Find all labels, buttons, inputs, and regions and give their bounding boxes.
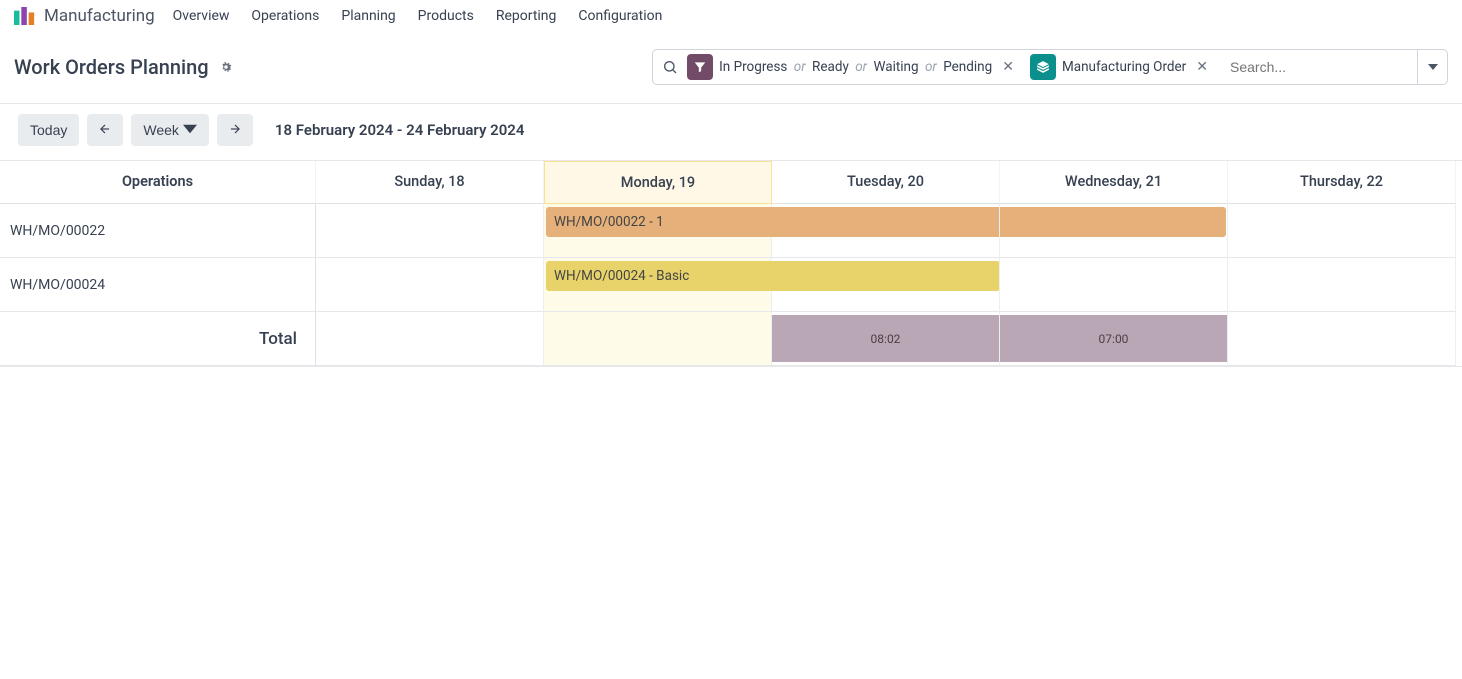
date-range: 18 February 2024 - 24 February 2024: [275, 121, 525, 139]
gantt-col-tue: Tuesday, 20: [772, 161, 1000, 204]
nav-configuration[interactable]: Configuration: [578, 8, 662, 24]
app-name[interactable]: Manufacturing: [44, 6, 155, 26]
row-label-2[interactable]: WH/MO/00024: [0, 258, 316, 312]
scale-label: Week: [143, 122, 179, 138]
row-label-1[interactable]: WH/MO/00022: [0, 204, 316, 258]
gantt-header-operations: Operations: [0, 161, 316, 204]
gantt-toolbar: Today Week 18 February 2024 - 24 Februar…: [0, 104, 1462, 160]
search-input[interactable]: [1224, 59, 1417, 75]
cell-r2-tue[interactable]: [772, 258, 1000, 312]
gantt: Operations Sunday, 18 Monday, 19 Tuesday…: [0, 160, 1462, 367]
nav-links: Overview Operations Planning Products Re…: [173, 8, 663, 24]
prev-button[interactable]: [87, 114, 123, 146]
total-label: Total: [0, 312, 316, 366]
cell-r2-thu[interactable]: [1228, 258, 1456, 312]
nav-operations[interactable]: Operations: [251, 8, 319, 24]
search-bar: In Progress or Ready or Waiting or Pendi…: [652, 49, 1448, 85]
groupby-chip: Manufacturing Order ✕: [1030, 54, 1216, 80]
total-bar-wed[interactable]: 07:00: [1000, 315, 1227, 362]
filter-part-3: Pending: [943, 59, 992, 75]
cell-r1-thu[interactable]: [1228, 204, 1456, 258]
search-icon[interactable]: [653, 59, 687, 75]
app-logo-icon: [14, 7, 36, 25]
filter-chip-remove-icon[interactable]: ✕: [998, 59, 1018, 75]
chevron-down-icon: [183, 122, 197, 139]
brand: Manufacturing: [14, 6, 155, 26]
filter-part-2: Waiting: [873, 59, 918, 75]
cell-r1-tue[interactable]: [772, 204, 1000, 258]
filter-or-0: or: [794, 59, 806, 75]
page-title-wrap: Work Orders Planning: [14, 55, 233, 79]
cell-total-mon: [544, 312, 772, 366]
nav-overview[interactable]: Overview: [173, 8, 230, 24]
groupby-chip-remove-icon[interactable]: ✕: [1192, 59, 1212, 75]
nav-products[interactable]: Products: [418, 8, 474, 24]
gear-icon[interactable]: [219, 60, 233, 74]
layers-icon[interactable]: [1030, 54, 1056, 80]
cell-r2-sun[interactable]: [316, 258, 544, 312]
filter-or-1: or: [855, 59, 867, 75]
cell-r1-sun[interactable]: [316, 204, 544, 258]
filter-part-1: Ready: [812, 59, 849, 75]
filter-chip-text: In Progress or Ready or Waiting or Pendi…: [719, 59, 992, 75]
search-options-toggle[interactable]: [1417, 49, 1447, 85]
filter-or-2: or: [925, 59, 937, 75]
today-button[interactable]: Today: [18, 114, 79, 146]
cell-total-thu: [1228, 312, 1456, 366]
top-nav: Manufacturing Overview Operations Planni…: [0, 0, 1462, 33]
next-button[interactable]: [217, 114, 253, 146]
gantt-col-mon: Monday, 19: [544, 161, 772, 204]
gantt-row-2: WH/MO/00024 WH/MO/00024 - Basic: [0, 258, 1462, 312]
scale-button[interactable]: Week: [131, 114, 209, 146]
gantt-row-total: Total 08:02 07:00: [0, 312, 1462, 366]
subbar: Work Orders Planning In Progress or Read…: [0, 33, 1462, 104]
cell-total-tue: 08:02: [772, 312, 1000, 366]
cell-r1-mon[interactable]: WH/MO/00022 - 1: [544, 204, 772, 258]
total-bar-tue[interactable]: 08:02: [772, 315, 999, 362]
cell-total-sun: [316, 312, 544, 366]
page-title: Work Orders Planning: [14, 55, 209, 79]
funnel-icon[interactable]: [687, 54, 713, 80]
cell-r2-wed[interactable]: [1000, 258, 1228, 312]
cell-r1-wed[interactable]: [1000, 204, 1228, 258]
filter-part-0: In Progress: [719, 59, 787, 75]
cell-r2-mon[interactable]: WH/MO/00024 - Basic: [544, 258, 772, 312]
arrow-right-icon: [228, 122, 242, 139]
filter-chip: In Progress or Ready or Waiting or Pendi…: [687, 54, 1022, 80]
gantt-col-wed: Wednesday, 21: [1000, 161, 1228, 204]
groupby-chip-text: Manufacturing Order: [1062, 59, 1186, 75]
cell-total-wed: 07:00: [1000, 312, 1228, 366]
nav-planning[interactable]: Planning: [341, 8, 395, 24]
gantt-col-sun: Sunday, 18: [316, 161, 544, 204]
nav-reporting[interactable]: Reporting: [496, 8, 557, 24]
gantt-row-1: WH/MO/00022 WH/MO/00022 - 1: [0, 204, 1462, 258]
gantt-col-thu: Thursday, 22: [1228, 161, 1456, 204]
arrow-left-icon: [98, 122, 112, 139]
gantt-header: Operations Sunday, 18 Monday, 19 Tuesday…: [0, 161, 1462, 204]
